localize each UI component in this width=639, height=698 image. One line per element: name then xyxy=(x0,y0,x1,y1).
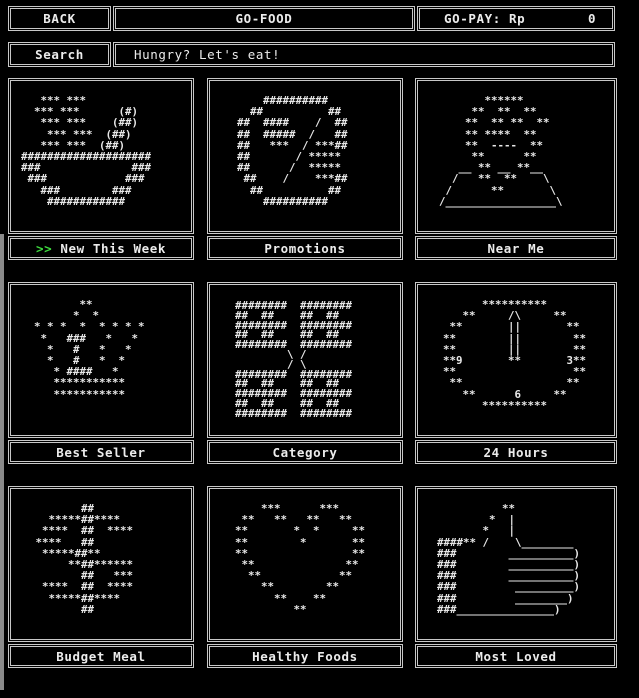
location-pin-icon: ****** ** ** ** ** ** ** ** ** **** ** *… xyxy=(439,94,563,208)
tile-promotions-label: Promotions xyxy=(207,236,403,260)
tile-category-label: Category xyxy=(207,440,403,464)
tile-promotions[interactable]: ########## ## ## ## #### / ## ## ##### /… xyxy=(207,78,403,260)
gopay-balance: GO-PAY: Rp 0 xyxy=(417,6,615,31)
tile-near-me[interactable]: ****** ** ** ** ** ** ** ** ** **** ** *… xyxy=(415,78,617,260)
selection-marker: >> xyxy=(36,240,53,256)
best-seller-art: ** * * * * * * * * * * * ### * * * # * *… xyxy=(8,282,194,438)
gopay-amount: 0 xyxy=(588,11,597,26)
search-input[interactable]: Hungry? Let's eat! xyxy=(113,42,615,67)
new-this-week-art: *** *** *** *** (#) *** *** (##) *** ***… xyxy=(8,78,194,234)
crown-icon: ** * * * * * * * * * * * ### * * * # * *… xyxy=(34,298,145,401)
tile-new-this-week[interactable]: *** *** *** *** (#) *** *** (##) *** ***… xyxy=(8,78,194,260)
tile-category[interactable]: ######## ######## ## ## ## ## ######## #… xyxy=(207,282,403,464)
24-hours-art: ********** ** /\ ** ** || ** ** || ** **… xyxy=(415,282,617,438)
most-loved-art: ** * | * | ####** / \________ ### ______… xyxy=(415,486,617,642)
tile-near-me-label: Near Me xyxy=(415,236,617,260)
grid-icon: ######## ######## ## ## ## ## ######## #… xyxy=(235,299,353,420)
tile-24-hours[interactable]: ********** ** /\ ** ** || ** ** || ** **… xyxy=(415,282,617,464)
tile-best-seller-label: Best Seller xyxy=(8,440,194,464)
tile-budget-meal[interactable]: ## *****##**** **** ## **** **** ## ****… xyxy=(8,486,194,668)
near-me-art: ****** ** ** ** ** ** ** ** ** **** ** *… xyxy=(415,78,617,234)
app-title: GO-FOOD xyxy=(113,6,415,31)
search-button[interactable]: Search xyxy=(8,42,111,67)
food-bowl-icon: *** *** *** *** (#) *** *** (##) *** ***… xyxy=(21,94,152,208)
thumbs-up-icon: ** * | * | ####** / \________ ### ______… xyxy=(437,502,581,616)
budget-meal-art: ## *****##**** **** ## **** **** ## ****… xyxy=(8,486,194,642)
tile-new-this-week-label: >> New This Week xyxy=(8,236,194,260)
scrollbar[interactable] xyxy=(0,234,4,690)
promotions-art: ########## ## ## ## #### / ## ## ##### /… xyxy=(207,78,403,234)
healthy-foods-art: *** *** ** ** ** ** ** * * ** ** * ** **… xyxy=(207,486,403,642)
back-button[interactable]: BACK xyxy=(8,6,111,31)
tile-healthy-foods[interactable]: *** *** ** ** ** ** ** * * ** ** * ** **… xyxy=(207,486,403,668)
tile-best-seller[interactable]: ** * * * * * * * * * * * ### * * * # * *… xyxy=(8,282,194,464)
money-icon: ## *****##**** **** ## **** **** ## ****… xyxy=(35,502,134,616)
category-art: ######## ######## ## ## ## ## ######## #… xyxy=(207,282,403,438)
heart-icon: *** *** ** ** ** ** ** * * ** ** * ** **… xyxy=(235,502,366,616)
gopay-label: GO-PAY: Rp xyxy=(444,11,526,26)
tile-24-hours-label: 24 Hours xyxy=(415,440,617,464)
tile-budget-meal-label: Budget Meal xyxy=(8,644,194,668)
tile-healthy-foods-label: Healthy Foods xyxy=(207,644,403,668)
percent-badge-icon: ########## ## ## ## #### / ## ## ##### /… xyxy=(237,94,348,208)
tile-most-loved[interactable]: ** * | * | ####** / \________ ### ______… xyxy=(415,486,617,668)
clock-icon: ********** ** /\ ** ** || ** ** || ** **… xyxy=(443,298,587,412)
tile-most-loved-label: Most Loved xyxy=(415,644,617,668)
